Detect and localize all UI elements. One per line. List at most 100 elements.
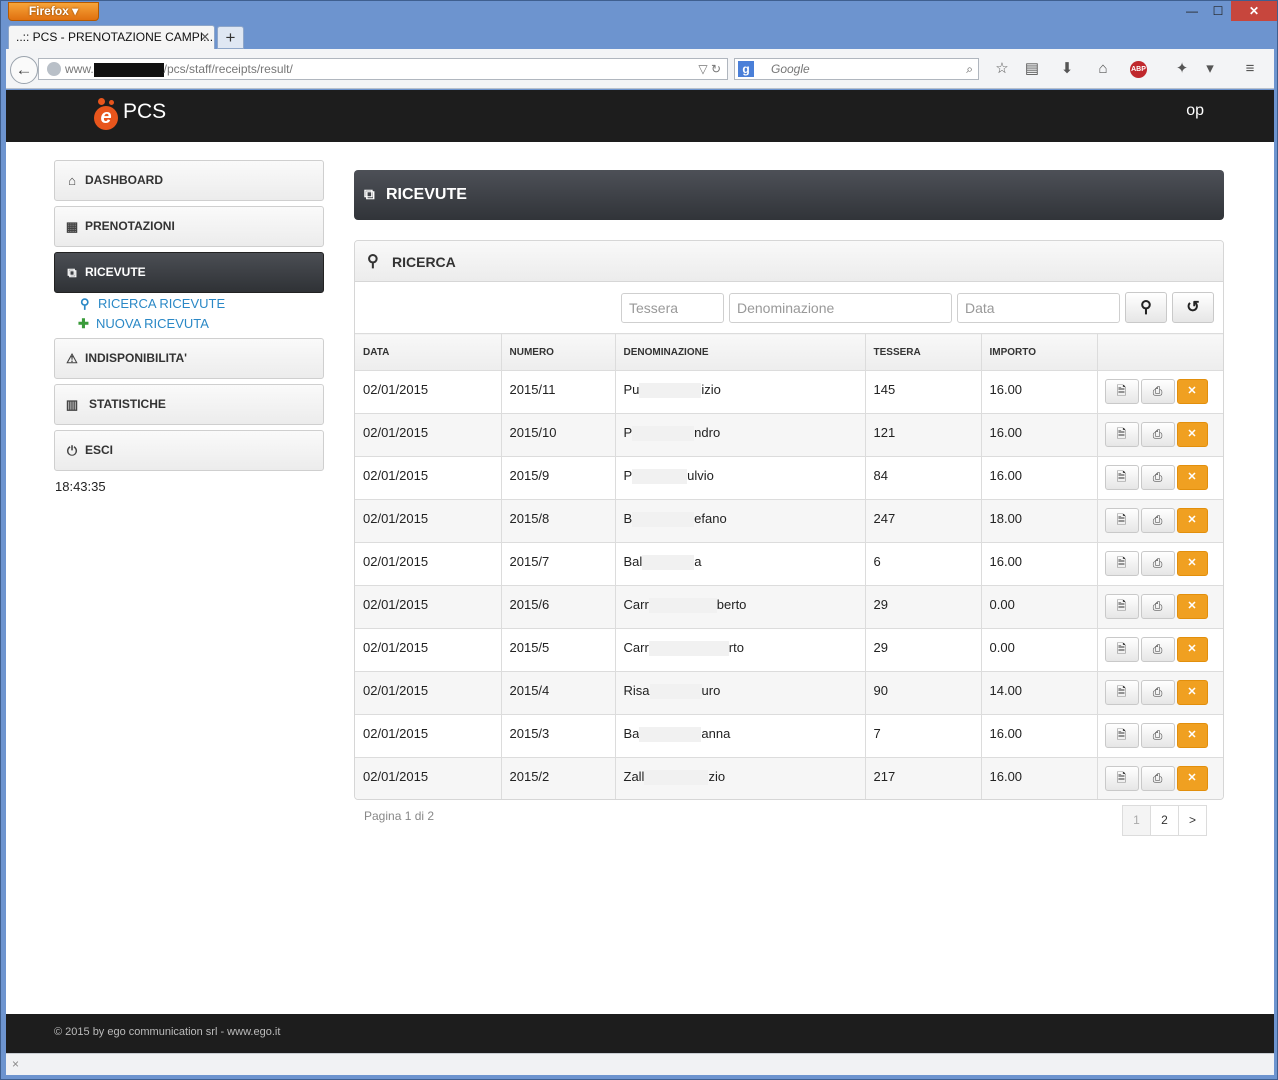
- print-button[interactable]: ⎙: [1140, 723, 1175, 748]
- sidebar-item-statistiche[interactable]: ▥ STATISTICHE: [54, 384, 324, 425]
- subitem-nuova-ricevuta[interactable]: ✚ NUOVA RICEVUTA: [78, 316, 209, 332]
- cell-importo: 16.00: [981, 370, 1098, 414]
- sidebar-item-dashboard[interactable]: ⌂ DASHBOARD: [54, 160, 324, 201]
- page-1-button[interactable]: 1: [1122, 805, 1151, 836]
- menu-icon[interactable]: ≡: [1240, 59, 1260, 79]
- delete-button[interactable]: ✕: [1176, 637, 1208, 662]
- cell-tessera: 29: [865, 585, 982, 629]
- pdf-button[interactable]: 🗎: [1104, 680, 1139, 705]
- pdf-button[interactable]: 🗎: [1104, 508, 1139, 533]
- sidebar-item-indisponibilita[interactable]: ⚠ INDISPONIBILITA': [54, 338, 324, 379]
- delete-button[interactable]: ✕: [1176, 379, 1208, 404]
- pdf-icon: 🗎: [1116, 642, 1127, 656]
- column-header[interactable]: NUMERO: [501, 333, 616, 371]
- pdf-button[interactable]: 🗎: [1104, 594, 1139, 619]
- navigation-toolbar: ← www. /pcs/staff/receipts/result/ ▽ ↻ g …: [6, 49, 1274, 89]
- print-button[interactable]: ⎙: [1140, 766, 1175, 791]
- close-statusbar-icon[interactable]: ×: [12, 1057, 19, 1071]
- delete-button[interactable]: ✕: [1176, 551, 1208, 576]
- search-icon[interactable]: ⌕: [966, 59, 973, 79]
- user-menu[interactable]: op: [1186, 102, 1204, 120]
- name-end: uro: [701, 683, 721, 698]
- redacted-name: [642, 555, 695, 571]
- firefox-menu-button[interactable]: Firefox ▾: [8, 2, 99, 21]
- column-header[interactable]: DENOMINAZIONE: [615, 333, 866, 371]
- adblock-icon[interactable]: ABP: [1130, 61, 1147, 78]
- print-button[interactable]: ⎙: [1140, 422, 1175, 447]
- panel-title: RICERCA: [392, 254, 456, 270]
- close-window-button[interactable]: ✕: [1231, 1, 1277, 21]
- cell-numero: 2015/6: [501, 585, 616, 629]
- pdf-button[interactable]: 🗎: [1104, 637, 1139, 662]
- clock: 18:43:35: [55, 479, 106, 494]
- next-page-button[interactable]: >: [1178, 805, 1207, 836]
- delete-button[interactable]: ✕: [1176, 594, 1208, 619]
- name-end: zio: [708, 769, 726, 784]
- pdf-button[interactable]: 🗎: [1104, 723, 1139, 748]
- print-button[interactable]: ⎙: [1140, 594, 1175, 619]
- url-bar[interactable]: www. /pcs/staff/receipts/result/ ▽ ↻: [38, 58, 728, 80]
- print-button[interactable]: ⎙: [1140, 637, 1175, 662]
- back-button[interactable]: ←: [10, 56, 38, 84]
- print-button[interactable]: ⎙: [1140, 680, 1175, 705]
- reading-list-icon[interactable]: ▤: [1022, 59, 1042, 79]
- cell-numero: 2015/7: [501, 542, 616, 586]
- column-header[interactable]: IMPORTO: [981, 333, 1098, 371]
- pagination: 1 2 >: [1122, 805, 1207, 836]
- redacted-name: [648, 641, 729, 657]
- cell-denominazione: Befano: [615, 499, 866, 543]
- column-header[interactable]: DATA: [355, 333, 502, 371]
- tessera-input[interactable]: Tessera: [621, 293, 724, 323]
- delete-button[interactable]: ✕: [1176, 508, 1208, 533]
- sidebar-item-ricevute[interactable]: ⧉ RICEVUTE: [54, 252, 324, 293]
- overflow-chevron-icon[interactable]: ▾: [1200, 59, 1220, 79]
- print-button[interactable]: ⎙: [1140, 465, 1175, 490]
- print-button[interactable]: ⎙: [1140, 508, 1175, 533]
- page-2-button[interactable]: 2: [1150, 805, 1179, 836]
- download-icon[interactable]: ⬇: [1057, 59, 1077, 79]
- extension-icon[interactable]: ✦: [1172, 59, 1192, 79]
- cell-tessera: 6: [865, 542, 982, 586]
- column-header[interactable]: TESSERA: [865, 333, 982, 371]
- warning-icon: ⚠: [66, 351, 78, 366]
- pdf-button[interactable]: 🗎: [1104, 766, 1139, 791]
- brand-name[interactable]: PCS: [123, 100, 166, 124]
- data-input[interactable]: Data: [957, 293, 1120, 323]
- delete-button[interactable]: ✕: [1176, 465, 1208, 490]
- close-icon: ✕: [1187, 729, 1197, 741]
- bookmark-star-icon[interactable]: ☆: [992, 59, 1012, 79]
- subitem-ricerca-ricevute[interactable]: ⚲ RICERCA RICEVUTE: [80, 296, 225, 312]
- pdf-button[interactable]: 🗎: [1104, 422, 1139, 447]
- status-bar: ×: [6, 1053, 1274, 1075]
- print-button[interactable]: ⎙: [1140, 379, 1175, 404]
- minimize-button[interactable]: —: [1179, 1, 1205, 21]
- home-icon[interactable]: ⌂: [1093, 59, 1113, 79]
- search-bar[interactable]: g Google ⌕: [734, 58, 979, 80]
- search-icon: ⚲: [367, 253, 379, 270]
- delete-button[interactable]: ✕: [1176, 766, 1208, 791]
- reload-icon[interactable]: ▽ ↻: [698, 59, 721, 79]
- print-button[interactable]: ⎙: [1140, 551, 1175, 576]
- delete-button[interactable]: ✕: [1176, 723, 1208, 748]
- name-end: ulvio: [687, 468, 714, 483]
- delete-button[interactable]: ✕: [1176, 422, 1208, 447]
- new-tab-button[interactable]: +: [217, 26, 244, 49]
- reset-button[interactable]: ↺: [1172, 292, 1214, 323]
- sidebar-item-prenotazioni[interactable]: ▦ PRENOTAZIONI: [54, 206, 324, 247]
- pdf-button[interactable]: 🗎: [1104, 551, 1139, 576]
- maximize-button[interactable]: ☐: [1205, 1, 1231, 21]
- pdf-button[interactable]: 🗎: [1104, 465, 1139, 490]
- delete-button[interactable]: ✕: [1176, 680, 1208, 705]
- search-button[interactable]: ⚲: [1125, 292, 1167, 323]
- pdf-button[interactable]: 🗎: [1104, 379, 1139, 404]
- close-tab-icon[interactable]: ✕: [200, 26, 210, 49]
- receipts-icon: ⧉: [67, 265, 77, 280]
- table-row: 02/01/2015 2015/6 Carr berto 29 0.00 🗎 ⎙ ✕: [355, 585, 1223, 629]
- sidebar-item-esci[interactable]: ⏻ ESCI: [54, 430, 324, 471]
- close-icon: ✕: [1187, 471, 1197, 483]
- ego-logo[interactable]: e: [94, 98, 120, 130]
- cell-tessera: 90: [865, 671, 982, 715]
- denominazione-input[interactable]: Denominazione: [729, 293, 952, 323]
- cell-denominazione: Zall zio: [615, 757, 866, 799]
- browser-tab[interactable]: ..:: PCS - PRENOTAZIONE CAMPI... ✕: [8, 25, 215, 50]
